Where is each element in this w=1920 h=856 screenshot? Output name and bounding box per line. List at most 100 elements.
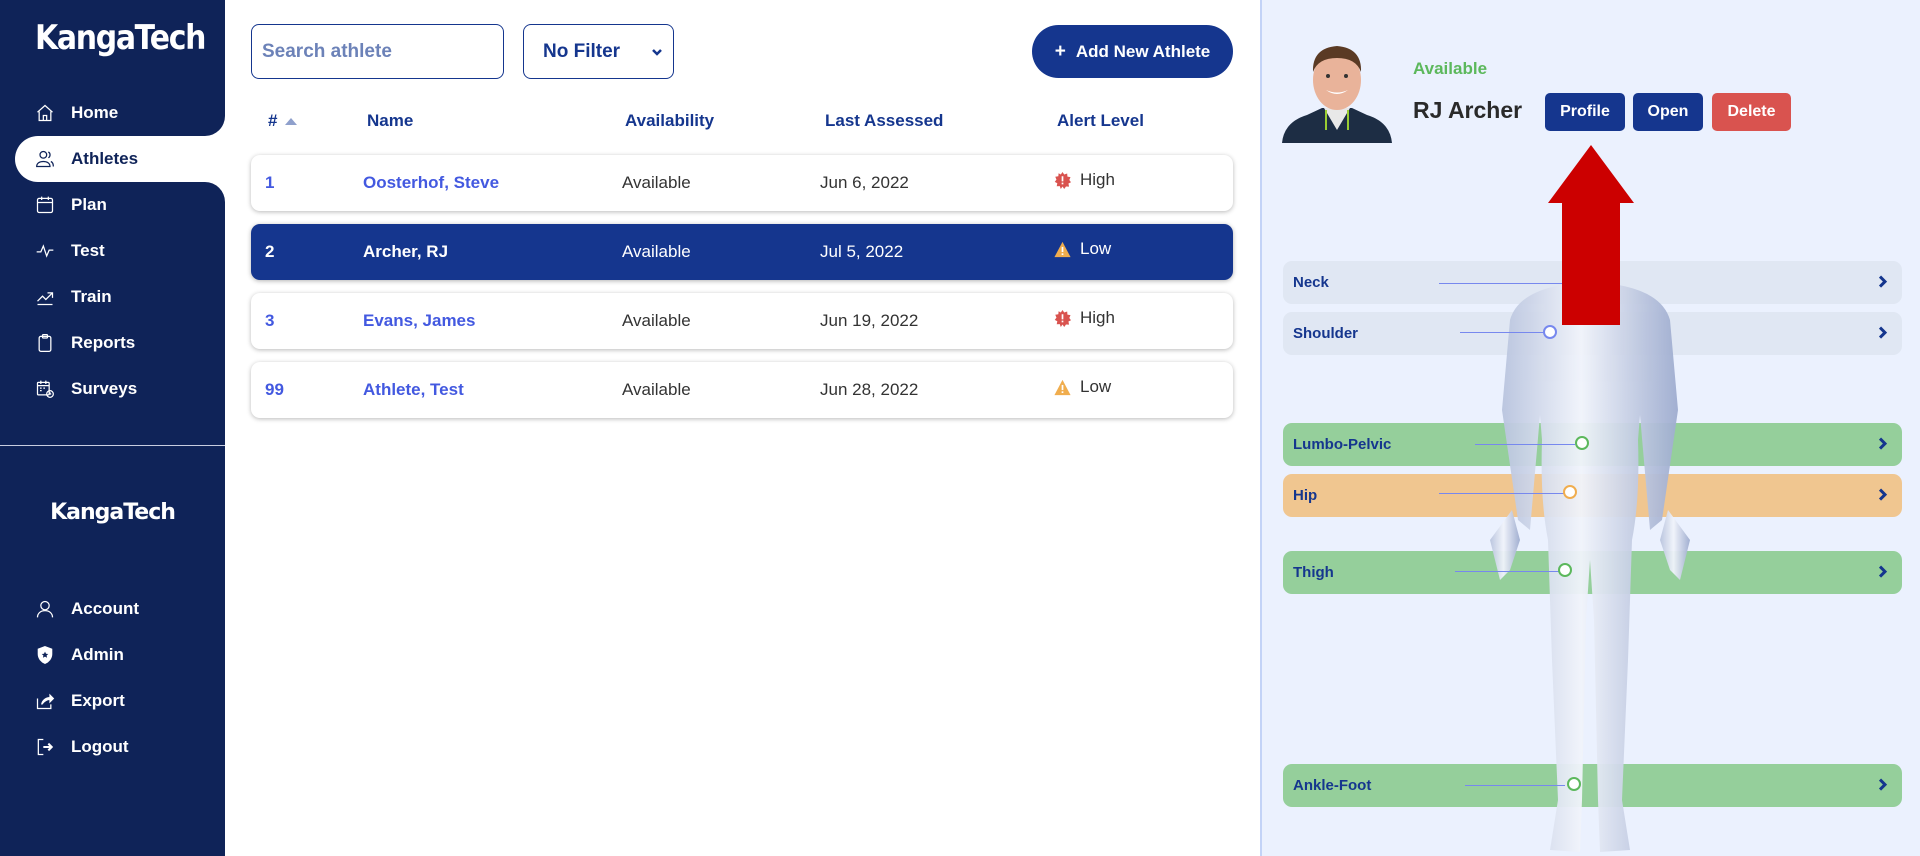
user-icon xyxy=(35,599,55,619)
athlete-table-body: 1 Oosterhof, Steve Available Jun 6, 2022… xyxy=(251,155,1233,431)
column-header-number[interactable]: # xyxy=(268,111,298,131)
athlete-name-link[interactable]: Athlete, Test xyxy=(363,380,464,400)
account-nav: Account Admin Export Logout xyxy=(0,586,225,770)
last-assessed: Jul 5, 2022 xyxy=(820,242,904,261)
filter-select[interactable]: No Filter xyxy=(523,24,674,79)
sidebar-item-label: Test xyxy=(71,241,105,260)
region-ankle-foot[interactable]: Ankle-Foot xyxy=(1283,764,1902,807)
lumbo-pelvic-pin[interactable] xyxy=(1575,436,1589,450)
filter-selected-value: No Filter xyxy=(543,40,621,62)
last-assessed: Jun 6, 2022 xyxy=(820,173,909,192)
calendar-icon xyxy=(35,195,55,215)
region-label: Neck xyxy=(1293,274,1329,291)
sidebar-item-export[interactable]: Export xyxy=(0,678,225,724)
sidebar-item-surveys[interactable]: Surveys xyxy=(0,366,225,412)
athlete-number: 1 xyxy=(265,173,275,192)
add-new-athlete-button[interactable]: + Add New Athlete xyxy=(1032,25,1233,78)
sidebar-item-label: Export xyxy=(71,691,125,710)
sidebar-item-admin[interactable]: Admin xyxy=(0,632,225,678)
table-header: # Name Availability Last Assessed Alert … xyxy=(225,108,1260,134)
chevron-right-icon xyxy=(1878,487,1888,501)
home-icon xyxy=(35,103,55,123)
region-thigh[interactable]: Thigh xyxy=(1283,551,1902,594)
alert-level: Low xyxy=(1054,377,1111,397)
brand-logo-secondary: KangaTech xyxy=(50,500,176,525)
shoulder-leader-line xyxy=(1460,332,1550,333)
alert-burst-icon xyxy=(1054,309,1071,327)
sidebar-item-plan[interactable]: Plan xyxy=(0,182,225,228)
delete-button[interactable]: Delete xyxy=(1712,93,1791,131)
hip-pin[interactable] xyxy=(1563,485,1577,499)
column-header-availability[interactable]: Availability xyxy=(625,111,714,131)
chevron-down-icon xyxy=(652,48,662,56)
sidebar-item-train[interactable]: Train xyxy=(0,274,225,320)
sidebar-item-reports[interactable]: Reports xyxy=(0,320,225,366)
region-label: Thigh xyxy=(1293,564,1334,581)
table-row[interactable]: 3 Evans, James Available Jun 19, 2022 Hi… xyxy=(251,293,1233,349)
sidebar-item-athletes[interactable]: Athletes xyxy=(15,136,225,182)
warning-triangle-icon xyxy=(1054,241,1071,257)
chevron-right-icon xyxy=(1878,436,1888,450)
region-lumbo-pelvic[interactable]: Lumbo-Pelvic xyxy=(1283,423,1902,466)
availability-status: Available xyxy=(1413,59,1488,78)
region-label: Lumbo-Pelvic xyxy=(1293,436,1392,453)
region-label: Shoulder xyxy=(1293,325,1359,342)
athlete-name-heading: RJ Archer xyxy=(1413,97,1523,123)
athlete-number: 99 xyxy=(265,380,284,399)
sidebar-divider xyxy=(0,445,225,446)
ankle-foot-pin[interactable] xyxy=(1567,777,1581,791)
athlete-number: 3 xyxy=(265,311,275,330)
sidebar: KangaTech Home Athletes Plan Test Train … xyxy=(0,0,225,856)
share-icon xyxy=(35,691,55,711)
availability: Available xyxy=(622,173,691,192)
alert-level: High xyxy=(1054,170,1115,190)
sidebar-item-label: Home xyxy=(71,103,119,122)
sidebar-item-label: Surveys xyxy=(71,379,138,398)
shoulder-pin[interactable] xyxy=(1543,325,1557,339)
search-input[interactable] xyxy=(251,24,504,79)
column-header-last-assessed[interactable]: Last Assessed xyxy=(825,111,943,131)
calendar-clock-icon xyxy=(35,379,55,399)
athlete-name-link[interactable]: Archer, RJ xyxy=(363,242,448,262)
clipboard-icon xyxy=(35,333,55,353)
athlete-name-link[interactable]: Oosterhof, Steve xyxy=(363,173,499,193)
last-assessed: Jun 28, 2022 xyxy=(820,380,919,399)
warning-triangle-icon xyxy=(1054,379,1071,395)
table-row[interactable]: 99 Athlete, Test Available Jun 28, 2022 … xyxy=(251,362,1233,418)
ankle-foot-leader-line xyxy=(1465,785,1565,786)
table-row-selected[interactable]: 2 Archer, RJ Available Jul 5, 2022 Low xyxy=(251,224,1233,280)
sidebar-item-account[interactable]: Account xyxy=(0,586,225,632)
sidebar-item-label: Logout xyxy=(71,737,129,756)
region-label: Hip xyxy=(1293,487,1318,504)
alert-level: High xyxy=(1054,308,1115,328)
hip-leader-line xyxy=(1439,493,1564,494)
open-button[interactable]: Open xyxy=(1633,93,1703,131)
availability: Available xyxy=(622,242,691,261)
chevron-right-icon xyxy=(1878,274,1888,288)
pulse-icon xyxy=(35,241,55,261)
brand-logo[interactable]: KangaTech xyxy=(35,18,206,58)
profile-button[interactable]: Profile xyxy=(1545,93,1625,131)
app-root: KangaTech Home Athletes Plan Test Train … xyxy=(0,0,1920,856)
column-header-alert-level[interactable]: Alert Level xyxy=(1057,111,1144,131)
users-icon xyxy=(35,149,55,169)
availability: Available xyxy=(622,311,691,330)
athlete-detail-panel: Available RJ Archer Profile Open Delete … xyxy=(1260,0,1920,856)
thigh-pin[interactable] xyxy=(1558,563,1572,577)
chevron-right-icon xyxy=(1878,325,1888,339)
add-new-athlete-label: Add New Athlete xyxy=(1075,41,1211,61)
plus-icon: + xyxy=(1054,40,1066,62)
athlete-avatar xyxy=(1282,46,1392,143)
sidebar-item-test[interactable]: Test xyxy=(0,228,225,274)
chevron-right-icon xyxy=(1878,564,1888,578)
region-label: Ankle-Foot xyxy=(1293,777,1372,794)
table-row[interactable]: 1 Oosterhof, Steve Available Jun 6, 2022… xyxy=(251,155,1233,211)
athlete-name-link[interactable]: Evans, James xyxy=(363,311,475,331)
region-hip[interactable]: Hip xyxy=(1283,474,1902,517)
sidebar-item-home[interactable]: Home xyxy=(0,90,225,136)
sidebar-item-logout[interactable]: Logout xyxy=(0,724,225,770)
column-header-name[interactable]: Name xyxy=(367,111,413,131)
sidebar-item-label: Reports xyxy=(71,333,136,352)
alert-burst-icon xyxy=(1054,171,1071,189)
sidebar-item-label: Account xyxy=(71,599,139,618)
